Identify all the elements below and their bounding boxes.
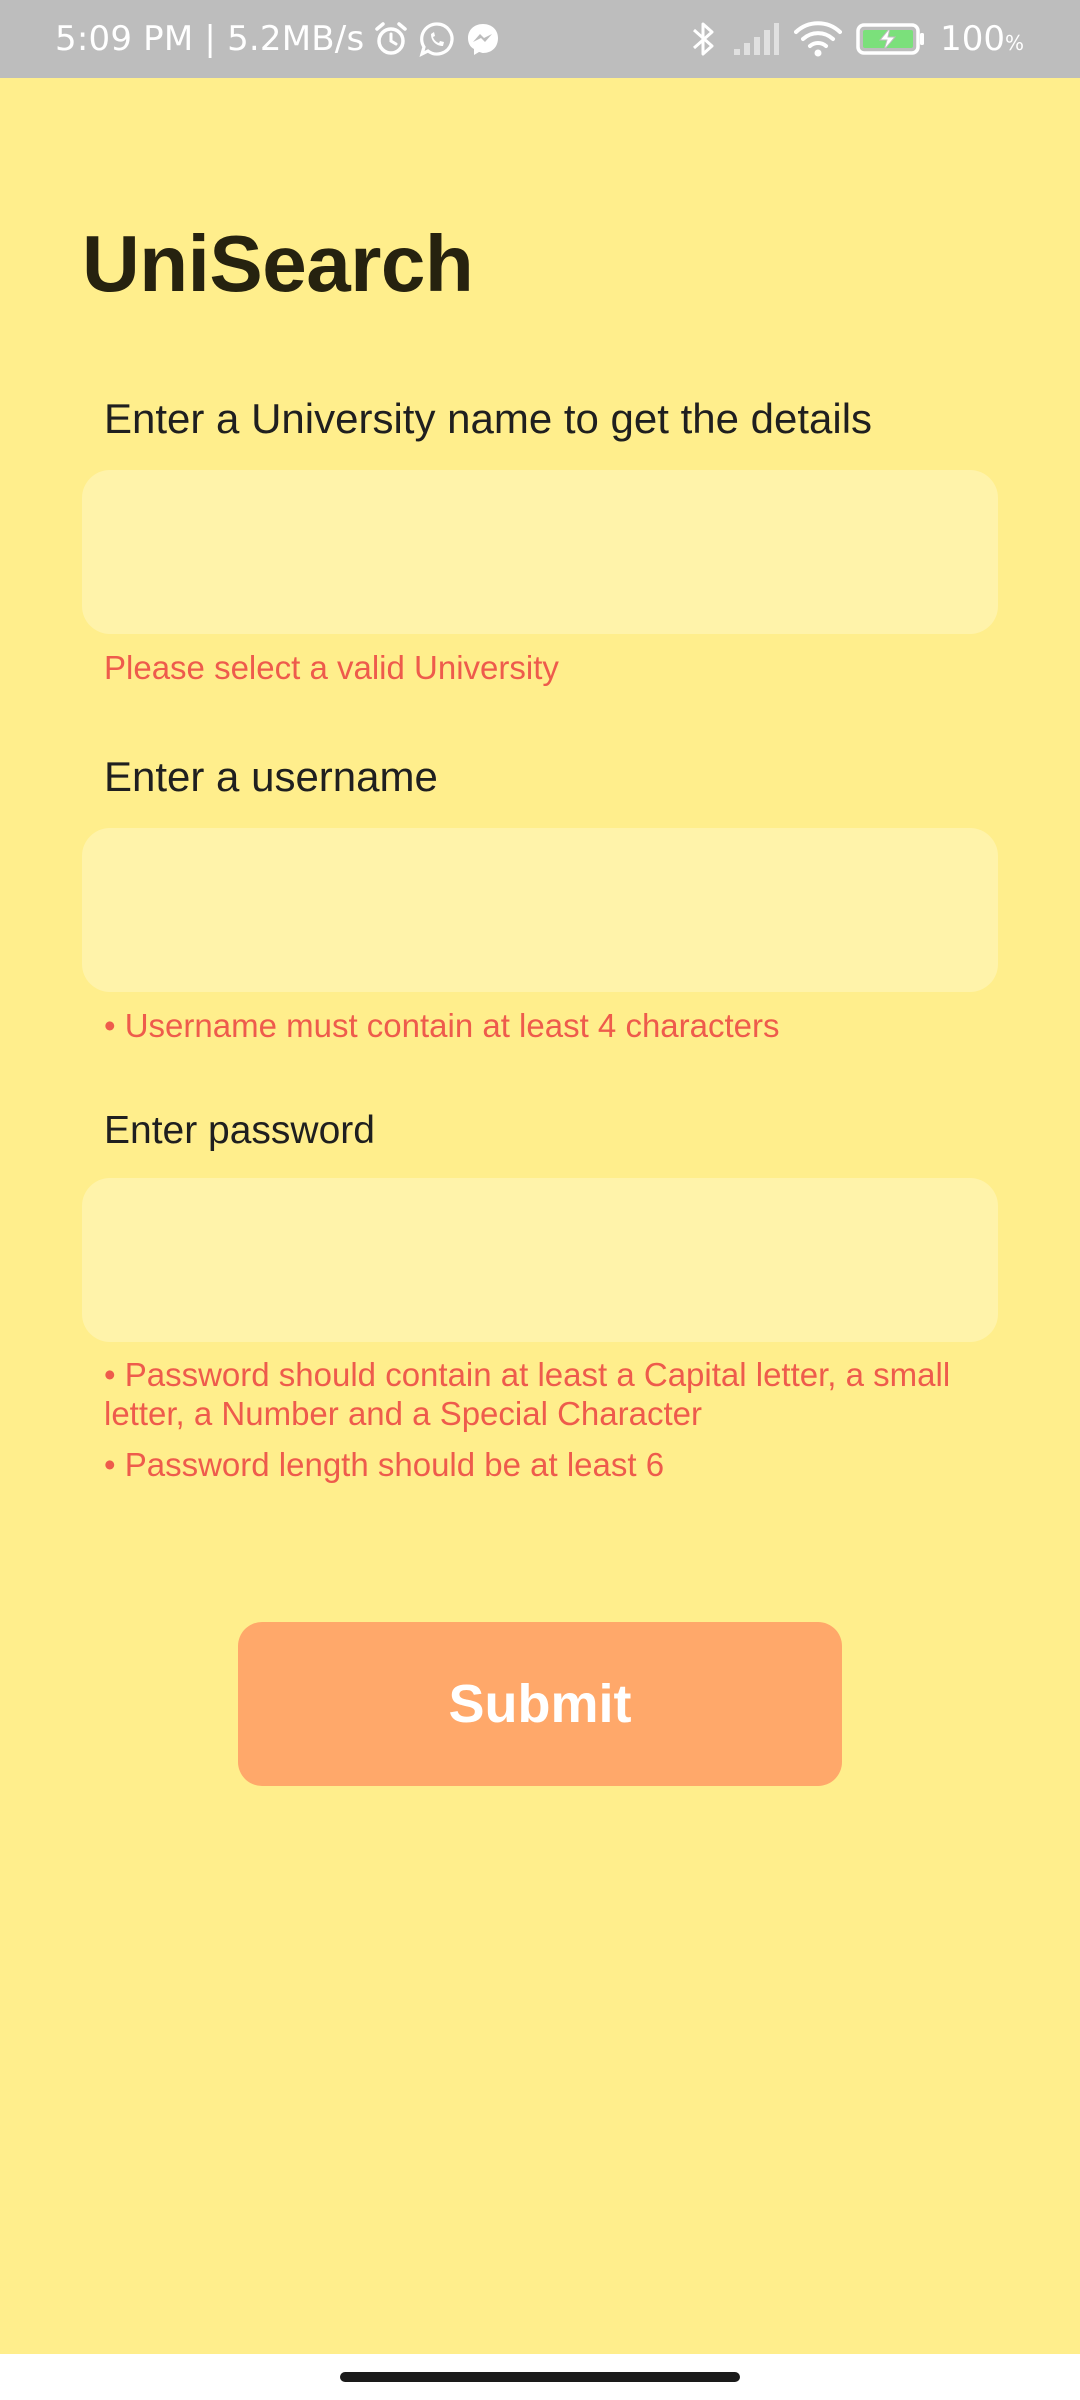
university-label: Enter a University name to get the detai… [104,395,873,442]
messenger-icon [464,20,502,58]
password-input[interactable] [82,1178,998,1342]
battery-icon [856,21,926,57]
signal-icon [732,21,780,57]
battery-percent: 100% [940,19,1024,59]
status-bar: 5:09 PM | 5.2MB/s 100% [0,0,1080,78]
status-left-group: 5:09 PM | 5.2MB/s [55,0,502,78]
wifi-icon [794,20,843,58]
password-label: Enter password [104,1109,375,1152]
university-input[interactable] [82,470,998,634]
home-indicator[interactable] [340,2372,740,2382]
username-label: Enter a username [104,753,438,800]
password-error-complexity: • Password should contain at least a Cap… [104,1356,951,1432]
status-right-group: 100% [690,0,1024,78]
submit-button[interactable]: Submit [238,1622,842,1786]
alarm-icon [372,20,410,58]
bluetooth-icon [690,19,718,59]
page-title: UniSearch [82,219,474,308]
university-error: Please select a valid University [104,649,559,686]
status-time: 5:09 PM | 5.2MB/s [55,19,365,59]
username-error: • Username must contain at least 4 chara… [104,1007,780,1044]
password-error-length: • Password length should be at least 6 [104,1446,665,1483]
whatsapp-icon [418,20,456,58]
username-input[interactable] [82,828,998,992]
